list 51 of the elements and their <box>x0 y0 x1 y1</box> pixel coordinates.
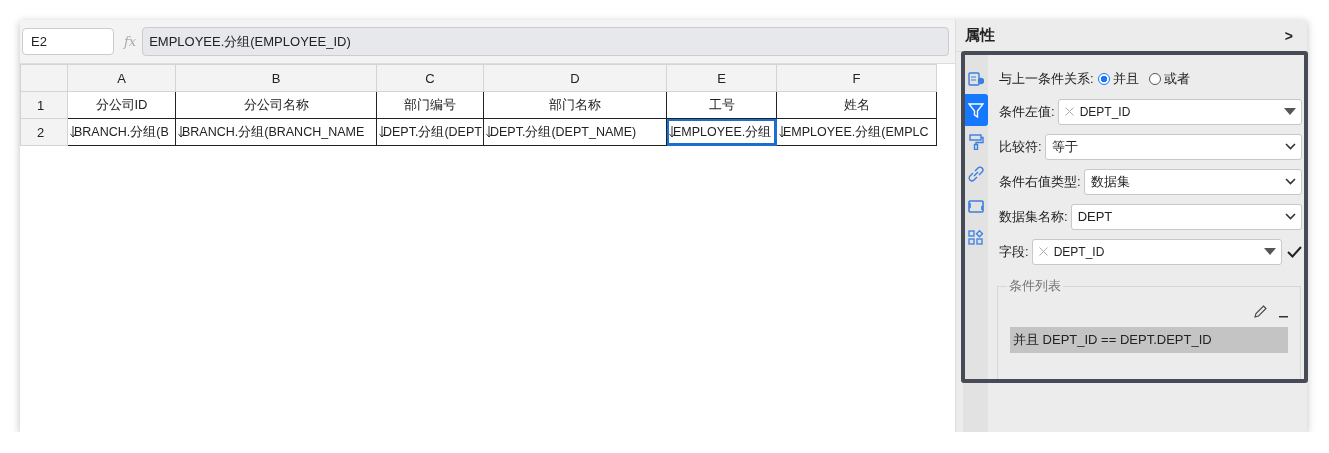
field-label: 数据集名称: <box>999 207 1068 226</box>
dropdown-field[interactable]: 数据集 <box>1083 168 1302 195</box>
selected-value: DEPT_ID <box>1053 244 1106 259</box>
dropdown-field[interactable]: DEPT_ID <box>1031 238 1282 265</box>
field-label: 比较符: <box>999 137 1042 156</box>
column-header[interactable]: E <box>666 64 777 92</box>
row-header[interactable]: 2 <box>20 118 68 146</box>
cell-text: EMPLOYEE.分组 <box>673 123 772 141</box>
field-label: 条件左值: <box>999 102 1055 121</box>
column-header[interactable]: A <box>67 64 176 92</box>
cell-text: BRANCH.分组(BRANCH_NAME <box>182 123 365 141</box>
column-header[interactable]: F <box>776 64 937 92</box>
cell-text: DEPT.分组(DEPT <box>383 123 482 141</box>
row-header[interactable]: 1 <box>20 91 68 119</box>
table-cell[interactable]: 部门编号 <box>376 91 484 119</box>
table-cell[interactable]: EMPLOYEE.分组 <box>666 118 777 146</box>
panel-title: 属性 <box>965 26 995 45</box>
table-cell[interactable]: 部门名称 <box>483 91 667 119</box>
collapse-button[interactable]: > <box>1284 27 1293 44</box>
function-label: fx <box>124 34 137 49</box>
formula-field[interactable]: EMPLOYEE.分组(EMPLOYEE_ID) <box>142 27 949 56</box>
cell-text: DEPT.分组(DEPT_NAME) <box>490 123 637 141</box>
dropdown-field[interactable]: DEPT_ID <box>1057 98 1302 125</box>
selected-value: 数据集 <box>1090 172 1131 191</box>
table-cell[interactable]: DEPT.分组(DEPT <box>376 118 484 146</box>
selected-value: 等于 <box>1051 137 1079 156</box>
selected-value: DEPT <box>1077 209 1114 224</box>
table-cell[interactable]: DEPT.分组(DEPT_NAME) <box>483 118 667 146</box>
cell-text: EMPLOYEE.分组(EMPLC <box>783 123 929 141</box>
table-cell[interactable]: 工号 <box>666 91 777 119</box>
table-cell[interactable]: BRANCH.分组(BRANCH_NAME <box>175 118 377 146</box>
table-cell[interactable]: 分公司名称 <box>175 91 377 119</box>
table-cell[interactable]: 姓名 <box>776 91 937 119</box>
dropdown-field[interactable]: DEPT <box>1070 203 1302 230</box>
field-label: 条件右值类型: <box>999 172 1081 191</box>
cell-text: BRANCH.分组(B <box>74 123 169 141</box>
column-header[interactable]: B <box>175 64 377 92</box>
table-cell[interactable]: BRANCH.分组(B <box>67 118 176 146</box>
name-box[interactable]: E2 <box>22 28 114 55</box>
field-label: 字段: <box>999 242 1029 261</box>
table-cell[interactable]: EMPLOYEE.分组(EMPLC <box>776 118 937 146</box>
table-cell[interactable]: 分公司ID <box>67 91 176 119</box>
field-label: 与上一条件关系: <box>999 70 1094 88</box>
dropdown-field[interactable]: 等于 <box>1044 133 1302 160</box>
column-header[interactable]: D <box>483 64 667 92</box>
group-title: 条件列表 <box>1008 277 1062 295</box>
radio-label: 或者 <box>1163 70 1190 88</box>
list-item[interactable]: 并且 DEPT_ID == DEPT.DEPT_ID <box>1010 327 1288 353</box>
radio-label: 并且 <box>1112 70 1139 88</box>
selected-value: DEPT_ID <box>1079 104 1132 119</box>
column-header[interactable]: C <box>376 64 484 92</box>
